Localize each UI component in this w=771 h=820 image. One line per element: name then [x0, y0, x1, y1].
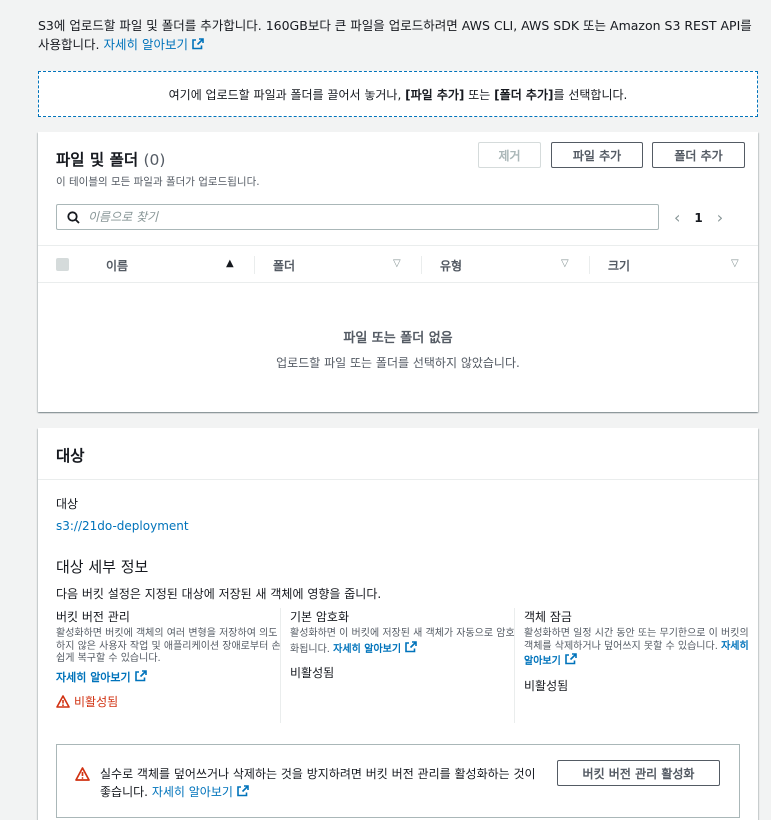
files-title: 파일 및 폴더 (0) — [56, 151, 166, 169]
add-folder-button[interactable]: 폴더 추가 — [652, 142, 745, 168]
empty-state-subtitle: 업로드할 파일 또는 폴더를 선택하지 않았습니다. — [276, 356, 520, 370]
versioning-desc: 활성화하면 버킷에 객체의 여러 변형을 저장하여 의도하지 않은 사용자 작업… — [56, 628, 281, 664]
external-link-icon — [237, 785, 249, 797]
add-file-button[interactable]: 파일 추가 — [551, 142, 643, 168]
table-header: 이름 ▲ 폴더 ▽ 유형 ▽ 크기 ▽ — [38, 245, 758, 283]
select-all-checkbox[interactable] — [56, 258, 69, 271]
dropzone-suffix: 를 선택합니다. — [553, 87, 628, 102]
column-name[interactable]: 이름 — [106, 246, 128, 284]
dropzone-prefix: 여기에 업로드할 파일과 폴더를 끌어서 놓거나, — [168, 87, 402, 102]
sort-icon[interactable]: ▽ — [561, 258, 569, 269]
encryption-title: 기본 암호화 — [290, 610, 350, 624]
intro-learn-more-link[interactable]: 자세히 알아보기 — [103, 37, 204, 52]
external-link-icon — [192, 38, 204, 50]
chevron-right-icon[interactable]: › — [717, 208, 723, 227]
lock-title: 객체 잠금 — [524, 610, 572, 624]
pagination: ‹ 1 › — [674, 208, 723, 227]
external-link-icon — [134, 669, 147, 681]
remove-button[interactable]: 제거 — [478, 142, 541, 168]
column-type[interactable]: 유형 — [440, 246, 462, 284]
versioning-alert: 실수로 객체를 덮어쓰거나 삭제하는 것을 방지하려면 버킷 버전 관리를 활성… — [56, 744, 740, 818]
files-subtitle: 이 테이블의 모든 파일과 폴더가 업로드됩니다. — [56, 176, 260, 188]
versioning-status: 비활성됨 — [56, 693, 282, 710]
encryption-learn-more-link[interactable]: 자세히 알아보기 — [333, 640, 417, 655]
empty-state-title: 파일 또는 폴더 없음 — [343, 331, 453, 346]
alert-learn-more-link[interactable]: 자세히 알아보기 — [152, 785, 249, 799]
target-details-desc: 다음 버킷 설정은 지정된 대상에 저장된 새 객체에 영향을 줍니다. — [56, 587, 382, 601]
dropzone-add-files: [파일 추가] — [405, 87, 465, 102]
upload-intro: S3에 업로드할 파일 및 폴더를 추가합니다. 160GB보다 큰 파일을 업… — [38, 16, 758, 54]
external-link-icon — [565, 653, 577, 665]
destination-label: 대상 — [56, 497, 79, 511]
lock-status: 비활성됨 — [524, 678, 569, 693]
chevron-left-icon[interactable]: ‹ — [674, 208, 680, 227]
versioning-title: 버킷 버전 관리 — [56, 610, 130, 624]
default-encryption: 기본 암호화 활성화하면 이 버킷에 저장된 새 객체가 자동으로 암호화됩니다… — [290, 608, 516, 723]
target-header: 대상 — [38, 428, 758, 480]
page-number[interactable]: 1 — [694, 211, 702, 225]
alert-message: 실수로 객체를 덮어쓰거나 삭제하는 것을 방지하려면 버킷 버전 관리를 활성… — [100, 767, 536, 799]
external-link-icon — [405, 640, 417, 652]
search-box[interactable] — [56, 204, 659, 230]
column-folder[interactable]: 폴더 — [273, 246, 295, 284]
files-panel: 파일 및 폴더 (0) 이 테이블의 모든 파일과 폴더가 업로드됩니다. 제거… — [38, 132, 758, 412]
sort-icon[interactable]: ▽ — [393, 258, 401, 269]
target-title: 대상 — [56, 447, 85, 465]
lock-desc: 활성화하면 일정 시간 동안 또는 무기한으로 이 버킷의 객체를 삭제하거나 … — [524, 628, 749, 667]
search-icon — [67, 210, 80, 224]
object-lock: 객체 잠금 활성화하면 일정 시간 동안 또는 무기한으로 이 버킷의 객체를 … — [524, 608, 750, 723]
encryption-status: 비활성됨 — [290, 666, 335, 680]
column-size[interactable]: 크기 — [608, 246, 630, 284]
dropzone-add-folder: [폴더 추가] — [494, 87, 554, 102]
dropzone-middle: 또는 — [468, 87, 491, 102]
sort-icon[interactable]: ▽ — [731, 258, 739, 269]
target-details-title: 대상 세부 정보 — [56, 558, 149, 576]
warning-icon — [75, 767, 90, 781]
target-panel: 대상 대상 s3://21do-deployment 대상 세부 정보 다음 버… — [38, 428, 758, 820]
drop-zone[interactable]: 여기에 업로드할 파일과 폴더를 끌어서 놓거나, [파일 추가] 또는 [폴더… — [38, 71, 758, 117]
bucket-versioning: 버킷 버전 관리 활성화하면 버킷에 객체의 여러 변형을 저장하여 의도하지 … — [56, 608, 282, 723]
sort-ascending-icon[interactable]: ▲ — [226, 258, 234, 269]
destination-link[interactable]: s3://21do-deployment — [56, 519, 189, 533]
warning-icon — [56, 694, 70, 708]
enable-versioning-button[interactable]: 버킷 버전 관리 활성화 — [557, 760, 720, 786]
files-count: (0) — [143, 151, 166, 169]
encryption-desc: 활성화하면 이 버킷에 저장된 새 객체가 자동으로 암호화됩니다. 자세히 알… — [290, 628, 515, 655]
search-input[interactable] — [88, 210, 588, 224]
versioning-learn-more-link[interactable]: 자세히 알아보기 — [56, 669, 147, 685]
